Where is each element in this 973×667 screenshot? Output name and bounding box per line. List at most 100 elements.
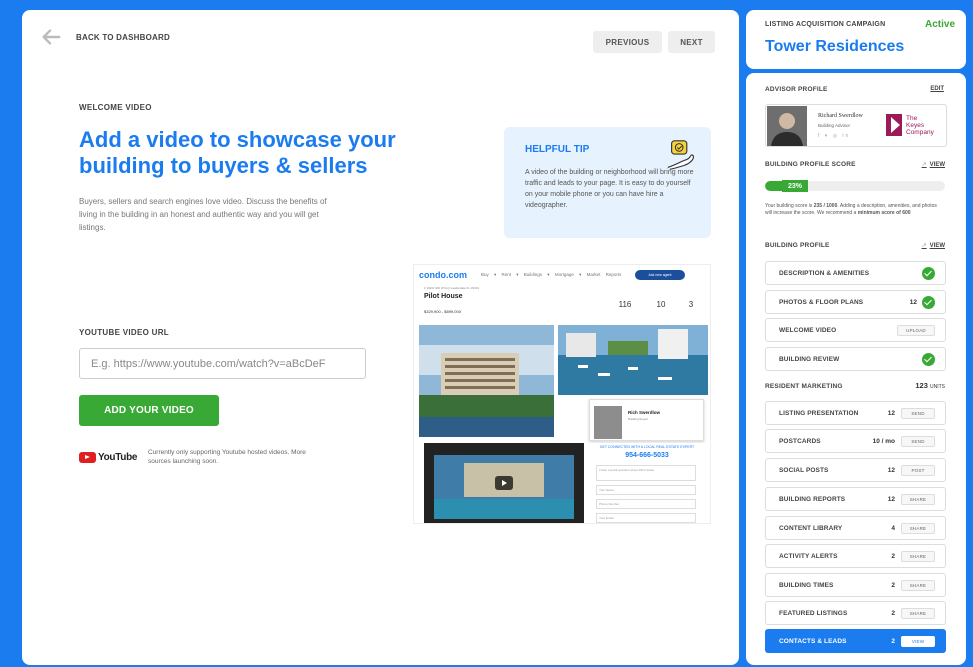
page-description: Buyers, sellers and search engines love …	[79, 197, 327, 232]
marketing-item-contacts-leads[interactable]: CONTACTS & LEADS 2 VIEW	[765, 629, 946, 653]
marketing-item-label: BUILDING REPORTS	[779, 495, 846, 503]
sidebar: ADVISOR PROFILE EDIT Richard Swerdlow Bu…	[746, 73, 966, 665]
marketing-item-label: CONTENT LIBRARY	[779, 524, 843, 532]
upload-button[interactable]: UPLOAD	[897, 324, 935, 336]
chat-hand-icon	[667, 140, 695, 170]
marketing-item-label: BUILDING TIMES	[779, 581, 834, 589]
marketing-item-count: 2	[891, 581, 895, 589]
marketing-item-postcards[interactable]: POSTCARDS 10 / mo SEND	[765, 429, 946, 453]
preview-agent-card: Rich Swerdlow Building Expert	[589, 399, 704, 441]
view-button[interactable]: VIEW	[901, 635, 935, 647]
preview-stat: 10	[656, 300, 666, 309]
preview-agent-role: Building Expert	[628, 417, 649, 421]
top-nav: BACK TO DASHBOARD PREVIOUS NEXT	[22, 10, 739, 70]
advisor-name: Richard Swerdlow	[818, 113, 863, 119]
preview-cta-heading: GET CONNECTED WITH A LOCAL REAL ESTATE E…	[599, 445, 695, 449]
marketing-item-label: CONTACTS & LEADS	[779, 637, 847, 645]
preview-agent-name: Rich Swerdlow	[628, 410, 661, 415]
marketing-item-content-library[interactable]: CONTENT LIBRARY 4 SHARE	[765, 516, 946, 540]
preview-menu: Buy ▾ Rent ▾ Buildings ▾ Mortgage ▾ Mark…	[481, 272, 622, 277]
marketing-item-count: 12	[887, 466, 895, 474]
score-description: Your building score is 235 / 1000. Addin…	[765, 203, 945, 217]
marketing-item-count: 2	[891, 552, 895, 560]
marketing-item-count: 12	[887, 409, 895, 417]
marketing-item-social-posts[interactable]: SOCIAL POSTS 12 POST	[765, 458, 946, 482]
preview-cta-pill: Ask new agent	[635, 270, 685, 280]
profile-item-description[interactable]: DESCRIPTION & AMENITIES	[765, 261, 946, 285]
youtube-support-note: Currently only supporting Youtube hosted…	[148, 449, 306, 465]
section-label: WELCOME VIDEO	[79, 103, 152, 112]
marketing-item-building-reports[interactable]: BUILDING REPORTS 12 SHARE	[765, 487, 946, 511]
score-text-pre: Your building score is	[765, 203, 814, 209]
back-to-dashboard-link[interactable]: BACK TO DASHBOARD	[40, 26, 170, 48]
profile-item-photos[interactable]: PHOTOS & FLOOR PLANS 12	[765, 290, 946, 314]
external-link-icon: ↗	[921, 162, 927, 168]
preview-photo-marina	[558, 325, 708, 395]
building-profile-heading: BUILDING PROFILE	[765, 242, 830, 249]
post-button[interactable]: POST	[901, 464, 935, 476]
keyes-company-logo: The Keyes Company	[886, 114, 934, 136]
send-button[interactable]: SEND	[901, 435, 935, 447]
preview-stat: 3	[688, 300, 694, 309]
marketing-item-listing-presentation[interactable]: LISTING PRESENTATION 12 SEND	[765, 401, 946, 425]
resident-marketing-heading: RESIDENT MARKETING	[765, 383, 843, 390]
score-view-label: VIEW	[929, 162, 945, 168]
marketing-item-activity-alerts[interactable]: ACTIVITY ALERTS 2 SHARE	[765, 544, 946, 568]
previous-button[interactable]: PREVIOUS	[593, 31, 662, 53]
keyes-line-2: Keyes	[906, 121, 925, 129]
check-circle-icon	[922, 295, 935, 309]
profile-item-welcome-video[interactable]: WELCOME VIDEO UPLOAD	[765, 318, 946, 342]
share-button[interactable]: SHARE	[901, 607, 935, 619]
advisor-social-icons[interactable]: f ▾ ◎ in	[818, 133, 850, 139]
preview-stat: 116	[618, 300, 632, 309]
preview-site-logo: condo.com	[419, 270, 468, 280]
helpful-tip-card: HELPFUL TIP A video of the building or n…	[504, 127, 711, 238]
marketing-item-label: POSTCARDS	[779, 437, 821, 445]
next-button[interactable]: NEXT	[668, 31, 715, 53]
building-profile-view-label: VIEW	[929, 243, 945, 249]
score-min: minimum score of 600	[857, 210, 911, 216]
score-view-link[interactable]: ↗ VIEW	[922, 161, 945, 168]
youtube-logo-text: YouTube	[98, 452, 138, 463]
marketing-item-featured-listings[interactable]: FEATURED LISTINGS 2 SHARE	[765, 601, 946, 625]
campaign-status: Active	[924, 19, 955, 30]
youtube-url-input[interactable]	[79, 348, 366, 379]
check-circle-icon	[922, 352, 935, 366]
share-button[interactable]: SHARE	[901, 522, 935, 534]
back-label: BACK TO DASHBOARD	[76, 32, 170, 42]
units-count: 123 UNITS	[915, 381, 945, 390]
profile-item-count: 12	[909, 298, 917, 306]
score-heading: BUILDING PROFILE SCORE	[765, 161, 856, 168]
arrow-left-icon	[42, 29, 61, 45]
marketing-item-building-times[interactable]: BUILDING TIMES 2 SHARE	[765, 573, 946, 597]
building-profile-view-link[interactable]: ↗ VIEW	[922, 242, 945, 249]
units-label: UNITS	[930, 384, 945, 390]
share-button[interactable]: SHARE	[901, 493, 935, 505]
page-headline: Add a video to showcase your building to…	[79, 127, 396, 178]
marketing-item-count: 2	[891, 609, 895, 617]
share-button[interactable]: SHARE	[901, 550, 935, 562]
preview-play-icon	[495, 476, 513, 490]
add-video-button[interactable]: ADD YOUR VIDEO	[79, 395, 219, 426]
advisor-edit-link[interactable]: EDIT	[930, 86, 944, 92]
send-button[interactable]: SEND	[901, 407, 935, 419]
keyes-company-name: The Keyes Company	[904, 115, 934, 136]
profile-item-label: PHOTOS & FLOOR PLANS	[779, 298, 864, 306]
campaign-title: Tower Residences	[765, 38, 905, 55]
score-percent-label: 23%	[782, 180, 809, 192]
page-preview-image: condo.com Buy ▾ Rent ▾ Buildings ▾ Mortg…	[413, 264, 711, 524]
marketing-item-count: 4	[891, 524, 895, 532]
preview-video-player	[424, 443, 584, 523]
preview-field: Phone Number	[596, 499, 696, 509]
profile-item-review[interactable]: BUILDING REVIEW	[765, 347, 946, 371]
preview-field: Your Email	[596, 513, 696, 523]
profile-item-label: BUILDING REVIEW	[779, 355, 840, 363]
youtube-url-label: YOUTUBE VIDEO URL	[79, 328, 169, 337]
marketing-item-count: 12	[887, 495, 895, 503]
campaign-header: LISTING ACQUISITION CAMPAIGN Active Towe…	[746, 10, 966, 69]
share-button[interactable]: SHARE	[901, 579, 935, 591]
advisor-photo	[767, 106, 807, 146]
units-value: 123	[915, 381, 928, 390]
marketing-item-label: SOCIAL POSTS	[779, 466, 829, 474]
preview-contact-form: GET CONNECTED WITH A LOCAL REAL ESTATE E…	[589, 443, 704, 523]
